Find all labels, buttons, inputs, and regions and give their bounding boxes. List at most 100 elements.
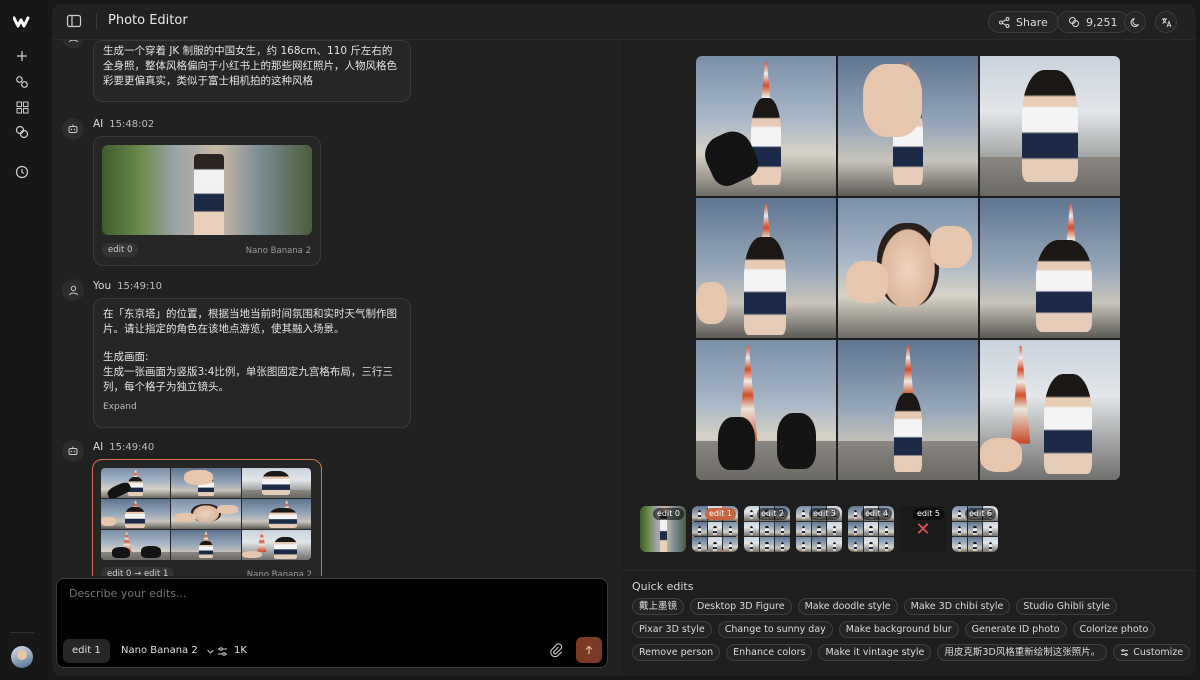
thumb-tile xyxy=(707,537,723,552)
quick-edit-chip[interactable]: Pixar 3D style xyxy=(632,621,712,638)
thumb-tile xyxy=(863,521,879,537)
history-thumb-edit-1[interactable]: edit 1 xyxy=(692,506,738,552)
ai-message-2[interactable]: edit 0 → edit 1 Nano Banana 2 xyxy=(92,459,322,576)
history-thumb-edit-3[interactable]: edit 3 xyxy=(796,506,842,552)
message-text: 生成一个穿着 JK 制服的中国女生，约 168cm、110 斤左右的全身照，整体… xyxy=(103,45,397,87)
thumb-tile xyxy=(848,521,863,537)
history-thumb-edit-5[interactable]: ✕ edit 5 xyxy=(900,506,946,552)
photo-person xyxy=(989,526,993,536)
message-image-tile-7 xyxy=(101,530,171,560)
sidebar-toggle-icon[interactable] xyxy=(66,13,84,31)
thumb-tile xyxy=(759,521,775,537)
photo-person xyxy=(817,541,821,551)
history-thumb-label: edit 6 xyxy=(965,508,996,520)
ai-message-1[interactable]: edit 0 Nano Banana 2 xyxy=(93,136,321,266)
message-image-tile-8 xyxy=(171,530,241,560)
quick-edit-chip[interactable]: 戴上墨镜 xyxy=(632,598,685,615)
message-line: 在「东京塔」的位置，根据当地当前时间氛围和实时天气制作图片。请让指定的角色在该地… xyxy=(103,308,397,335)
grid-icon[interactable] xyxy=(12,97,32,117)
edit-tag[interactable]: edit 0 xyxy=(102,243,139,257)
photo-person xyxy=(885,541,889,551)
photo-person xyxy=(749,510,753,520)
avatar[interactable] xyxy=(11,646,33,668)
send-icon xyxy=(585,645,593,654)
rail-divider xyxy=(10,632,34,633)
customize-button[interactable]: Customize xyxy=(1113,644,1191,661)
preview-tile-2 xyxy=(838,56,978,196)
plus-icon[interactable] xyxy=(12,46,32,66)
expand-link[interactable]: Expand xyxy=(103,400,401,415)
photo-person xyxy=(713,526,717,536)
history-thumb-edit-0[interactable]: edit 0 xyxy=(640,506,686,552)
quick-edit-chip[interactable]: Generate ID photo xyxy=(964,621,1067,638)
message-line: 生成画面: xyxy=(103,351,149,363)
photo-person xyxy=(894,393,922,472)
photo-hand xyxy=(217,505,238,514)
generated-image-edit-0[interactable] xyxy=(102,145,312,235)
history-thumb-edit-4[interactable]: edit 4 xyxy=(848,506,894,552)
user-icon xyxy=(68,40,78,42)
photo-person xyxy=(957,510,961,520)
customize-label: Customize xyxy=(1133,647,1184,658)
chevron-down-icon xyxy=(206,649,214,654)
thumb-tile xyxy=(879,521,894,537)
preview-image[interactable] xyxy=(696,56,1120,480)
photo-person xyxy=(729,541,733,551)
thumb-tile xyxy=(952,537,967,552)
bot-icon xyxy=(68,446,78,455)
credits-button[interactable]: 9,251 xyxy=(1057,11,1129,33)
photo-person xyxy=(262,471,291,495)
theme-toggle-button[interactable] xyxy=(1124,11,1146,33)
paperclip-icon[interactable] xyxy=(549,642,567,660)
logo-icon[interactable] xyxy=(12,12,32,32)
link-icon[interactable] xyxy=(12,72,32,92)
model-selector[interactable]: Nano Banana 2 xyxy=(115,639,221,663)
history-thumb-label: edit 5 xyxy=(913,508,944,520)
quick-edits-title: Quick edits xyxy=(632,580,694,593)
quick-edit-chip[interactable]: Enhance colors xyxy=(726,644,813,661)
thumb-tile xyxy=(827,521,842,537)
thumb-tile xyxy=(848,537,863,552)
thumb-tile xyxy=(967,521,983,537)
thumb-tile xyxy=(879,537,894,552)
photo-person xyxy=(833,526,837,536)
model-label: Nano Banana 2 xyxy=(245,246,311,256)
quick-edit-chip[interactable]: Desktop 3D Figure xyxy=(690,598,792,615)
send-button[interactable] xyxy=(576,637,602,663)
edit-tag[interactable]: edit 0 → edit 1 xyxy=(101,567,175,576)
preview-tile-7 xyxy=(696,340,836,480)
quick-edit-chip[interactable]: Make doodle style xyxy=(797,598,898,615)
quick-edit-chip[interactable]: Remove person xyxy=(632,644,721,661)
share-button[interactable]: Share xyxy=(988,11,1059,33)
quick-edit-chip[interactable]: Change to sunny day xyxy=(717,621,833,638)
edit-selector[interactable]: edit 1 xyxy=(63,639,110,663)
history-thumb-edit-2[interactable]: edit 2 xyxy=(744,506,790,552)
prompt-input[interactable] xyxy=(69,587,589,600)
quick-edit-chip[interactable]: Make 3D chibi style xyxy=(903,598,1011,615)
language-button[interactable] xyxy=(1155,11,1177,33)
photo-person xyxy=(1044,373,1092,475)
photo-person xyxy=(801,510,805,520)
ai-avatar xyxy=(62,118,84,140)
coins-icon[interactable] xyxy=(12,122,32,142)
message-time: 15:49:40 xyxy=(109,441,155,453)
history-icon[interactable] xyxy=(12,162,32,182)
share-icon xyxy=(999,16,1010,28)
quick-edit-chip[interactable]: Make background blur xyxy=(838,621,959,638)
message-role: AI xyxy=(93,441,104,453)
main-frame: Photo Editor Share 9,251 生成一个穿着 JK 制服的中国… xyxy=(52,4,1196,676)
thumb-tile xyxy=(983,521,998,537)
photo-person xyxy=(869,526,873,536)
resolution-selector[interactable]: 1K xyxy=(217,639,247,663)
quick-edit-chip[interactable]: Colorize photo xyxy=(1072,621,1156,638)
generated-image-edit-1[interactable] xyxy=(101,468,311,560)
photo-shoe xyxy=(112,546,131,558)
quick-edit-chip[interactable]: 用皮克斯3D风格重新绘制这张照片。 xyxy=(937,644,1108,661)
photo-person xyxy=(957,541,961,551)
moon-icon xyxy=(1130,17,1139,27)
quick-edit-chip[interactable]: Studio Ghibli style xyxy=(1016,598,1117,615)
history-thumb-edit-6[interactable]: edit 6 xyxy=(952,506,998,552)
thumb-tile xyxy=(692,521,707,537)
quick-edit-chip[interactable]: Make it vintage style xyxy=(818,644,932,661)
message-image-tile-4 xyxy=(101,499,171,529)
